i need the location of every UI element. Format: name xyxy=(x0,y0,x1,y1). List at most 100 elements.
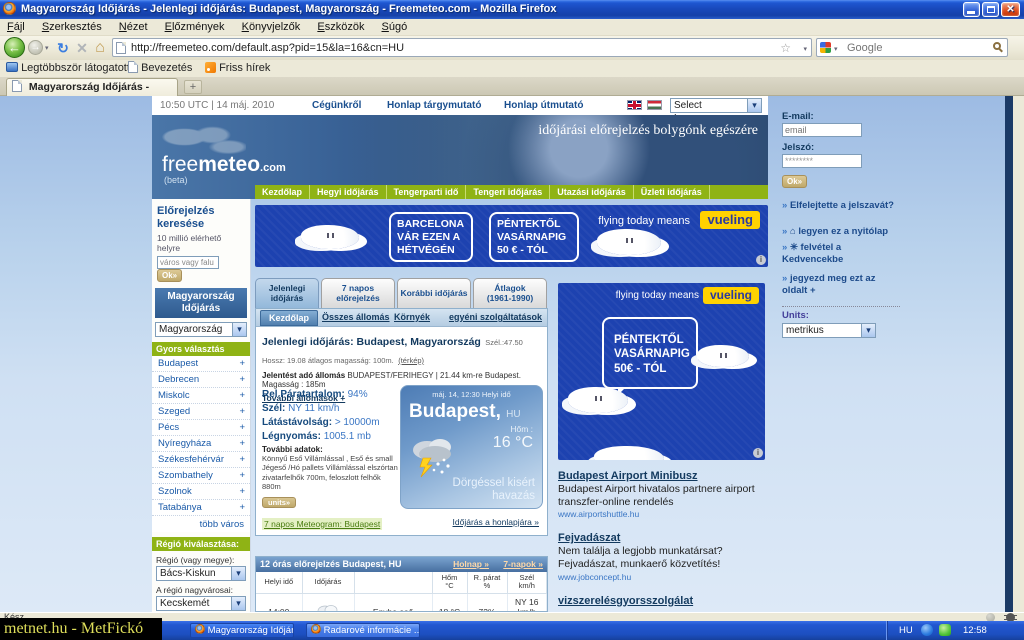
tab-7day-forecast[interactable]: 7 napos előrejelzés xyxy=(321,278,395,308)
tomorrow-link[interactable]: Holnap » xyxy=(453,557,489,572)
stop-button[interactable]: ✕ xyxy=(73,37,91,59)
password-field[interactable] xyxy=(782,154,862,168)
menu-help[interactable]: Súgó xyxy=(375,19,415,36)
search-magnifier-icon[interactable] xyxy=(993,42,1001,50)
site-link-about[interactable]: Cégünkről xyxy=(312,100,361,111)
favorite-star-icon: ✳ xyxy=(790,242,798,253)
search-input[interactable] xyxy=(847,40,987,55)
site-logo[interactable]: freemeteo.com xyxy=(162,153,286,177)
menu-file[interactable]: Fájl xyxy=(0,19,32,36)
bookmark-latest-headlines[interactable]: Friss hírek xyxy=(205,61,270,76)
menu-view[interactable]: Nézet xyxy=(112,19,155,36)
nav-home[interactable]: Kezdőlap xyxy=(255,185,310,199)
history-dropdown-icon[interactable]: ▾ xyxy=(45,44,49,52)
url-input[interactable] xyxy=(131,40,761,55)
ad-title-link[interactable]: Fejvadászat xyxy=(558,532,768,544)
search-engine-dropdown-icon[interactable]: ▾ xyxy=(834,45,838,53)
url-dropdown-icon[interactable]: ▾ xyxy=(803,45,807,53)
language-indicator[interactable]: HU xyxy=(899,621,913,640)
clock: 12:58 xyxy=(963,621,987,640)
site-link-index[interactable]: Honlap tárgymutató xyxy=(387,100,481,111)
menu-edit[interactable]: Szerkesztés xyxy=(35,19,109,36)
language-select[interactable]: Select Language xyxy=(670,98,762,113)
email-field[interactable] xyxy=(782,123,862,137)
subtab-home[interactable]: Kezdőlap xyxy=(260,310,318,326)
menu-bookmarks[interactable]: Könyvjelzők xyxy=(235,19,308,36)
home-button[interactable]: ⌂ xyxy=(91,37,109,59)
tab-past-weather[interactable]: Korábbi időjárás xyxy=(397,278,471,308)
city-search-ok-button[interactable]: Ok» xyxy=(157,269,182,282)
region-city-select[interactable]: Kecskemét xyxy=(156,596,246,611)
reload-button[interactable]: ↻ xyxy=(54,37,72,59)
browser-tab[interactable]: Magyarország Időjárás - Jelenlegi id... xyxy=(6,78,178,96)
vueling-banner[interactable]: BARCELONA VÁR EZEN A HÉTVÉGÉN PÉNTEKTŐL … xyxy=(255,205,768,267)
meteogram-link[interactable]: 7 napos Meteogram: Budapest xyxy=(262,518,382,530)
tab-averages[interactable]: Átlagok (1961-1990) xyxy=(473,278,547,308)
taskbar-button-radar[interactable]: Radarové informácie ... xyxy=(306,623,420,638)
subtab-all-stations[interactable]: Összes állomás xyxy=(322,312,390,322)
city-item-szeged[interactable]: Szeged+ xyxy=(152,404,250,420)
city-item-szolnok[interactable]: Szolnok+ xyxy=(152,484,250,500)
forgot-password-link[interactable]: » Elfelejtette a jelszavát? xyxy=(782,200,902,212)
units-select[interactable]: metrikus xyxy=(782,323,876,338)
minimize-button[interactable] xyxy=(963,2,980,17)
ad-info-icon[interactable]: i xyxy=(753,448,763,458)
country-select[interactable]: Magyarország xyxy=(155,322,247,337)
ad-title-link[interactable]: vizszerelésgyorsszolgálat xyxy=(558,595,768,607)
ad-url-link[interactable]: www.jobconcept.hu xyxy=(558,572,768,582)
menu-tools[interactable]: Eszközök xyxy=(310,19,371,36)
site-link-guide[interactable]: Honlap útmutató xyxy=(504,100,583,111)
week-link[interactable]: 7-napok » xyxy=(503,557,543,572)
map-link[interactable]: (térkép) xyxy=(398,356,424,365)
menu-history[interactable]: Előzmények xyxy=(158,19,232,36)
url-bar[interactable]: ☆ ▾ xyxy=(112,38,812,57)
city-item-szombathely[interactable]: Szombathely+ xyxy=(152,468,250,484)
ad-info-icon[interactable]: i xyxy=(756,255,766,265)
nav-travel[interactable]: Utazási időjárás xyxy=(550,185,634,199)
weather-widget-link[interactable]: Időjárás a honlapjára » xyxy=(453,517,539,527)
nav-mountain[interactable]: Hegyi időjárás xyxy=(310,185,387,199)
region-select[interactable]: Bács-Kiskun xyxy=(156,566,246,581)
city-item-szekesfehervar[interactable]: Székesfehérvár+ xyxy=(152,452,250,468)
new-tab-button[interactable]: + xyxy=(184,80,202,94)
ad-url-link[interactable]: www.airportshuttle.hu xyxy=(558,509,768,519)
restore-button[interactable] xyxy=(982,2,999,17)
city-item-pecs[interactable]: Pécs+ xyxy=(152,420,250,436)
city-item-budapest[interactable]: Budapest+ xyxy=(152,356,250,372)
city-item-miskolc[interactable]: Miskolc+ xyxy=(152,388,250,404)
nav-business[interactable]: Üzleti időjárás xyxy=(634,185,710,199)
login-ok-button[interactable]: Ok» xyxy=(782,175,807,188)
city-item-nyiregyhaza[interactable]: Nyíregyháza+ xyxy=(152,436,250,452)
forward-button[interactable]: → xyxy=(28,40,43,55)
messenger-icon[interactable] xyxy=(939,624,951,636)
hungary-flag-icon[interactable] xyxy=(647,100,662,110)
set-homepage-link[interactable]: » ⌂ legyen ez a nyitólap xyxy=(782,226,902,238)
subtab-surroundings[interactable]: Környék xyxy=(394,312,430,322)
taskbar-button-weather[interactable]: Magyarország Időjár... xyxy=(190,623,294,638)
bookmark-getting-started[interactable]: Bevezetés xyxy=(128,61,192,76)
back-button[interactable]: ← xyxy=(4,37,25,58)
add-favorites-link[interactable]: » ✳ felvétel a Kedvencekbe xyxy=(782,242,902,267)
city-item-debrecen[interactable]: Debrecen+ xyxy=(152,372,250,388)
subtab-custom-services[interactable]: egyéni szolgáltatások xyxy=(449,312,542,322)
city-item-tatabanya[interactable]: Tatabánya+ xyxy=(152,500,250,516)
ad-title-link[interactable]: Budapest Airport Minibusz xyxy=(558,470,768,482)
bookmark-star-icon[interactable]: ☆ xyxy=(780,41,791,55)
forecast-search-subtitle: 10 millió elérhető helyre xyxy=(157,233,246,253)
close-button[interactable]: ✕ xyxy=(1001,2,1020,17)
nav-marine[interactable]: Tengeri időjárás xyxy=(466,185,550,199)
units-button[interactable]: units» xyxy=(262,497,296,508)
nav-coastal[interactable]: Tengerparti idő xyxy=(387,185,467,199)
bookmark-most-visited[interactable]: Legtöbbször látogatott xyxy=(6,61,130,76)
remember-page-link[interactable]: » jegyezd meg ezt az oldalt + xyxy=(782,273,902,298)
city-search-input[interactable] xyxy=(157,256,219,269)
search-box[interactable]: ▾ xyxy=(816,38,1008,57)
divider xyxy=(782,306,900,307)
more-cities-link[interactable]: több város xyxy=(152,516,250,532)
tab-current-weather[interactable]: Jelenlegi időjárás xyxy=(255,278,319,308)
col-wind: Szél km/h xyxy=(507,572,547,593)
vueling-square-ad[interactable]: flying today means vueling PÉNTEKTŐL VAS… xyxy=(558,283,765,460)
uk-flag-icon[interactable] xyxy=(627,100,642,110)
input-switcher-icon[interactable] xyxy=(921,624,933,636)
quick-select-header: Gyors választás xyxy=(152,342,250,356)
